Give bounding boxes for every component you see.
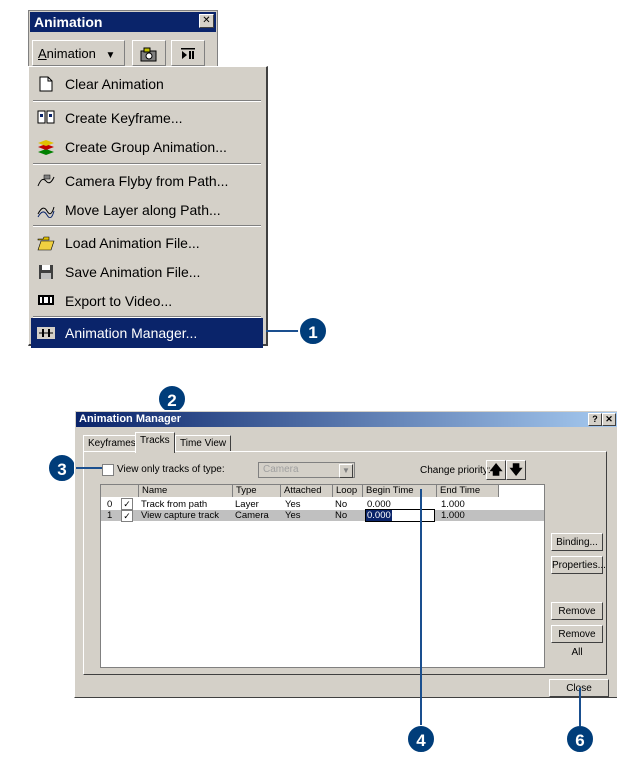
menu-item-move-layer-along-path[interactable]: Move Layer along Path... xyxy=(31,195,263,225)
menu-item-label: Save Animation File... xyxy=(65,264,201,280)
tab-time-view[interactable]: Time View xyxy=(175,435,232,452)
menu-item-save-animation-file[interactable]: Save Animation File... xyxy=(31,257,263,287)
arrow-down-icon: 🡇 xyxy=(509,462,523,477)
animation-dropdown-menu: Clear Animation Create Keyframe... Creat… xyxy=(28,66,268,348)
list-header-attached[interactable]: Attached xyxy=(281,485,333,497)
callout-leader-3 xyxy=(76,467,102,469)
save-icon xyxy=(37,264,55,280)
track-type-combo[interactable]: Camera ▼ xyxy=(258,462,355,478)
row-visible-checkbox[interactable]: ✓ xyxy=(121,498,133,510)
camera-icon xyxy=(140,47,157,62)
tracks-list: Name Type Attached Loop Begin Time End T… xyxy=(100,484,545,668)
row-end-time: 1.000 xyxy=(441,510,465,521)
list-header-loop[interactable]: Loop xyxy=(333,485,363,497)
list-header-end-time[interactable]: End Time xyxy=(437,485,499,497)
dialog-title: Animation Manager xyxy=(76,412,617,427)
menu-separator xyxy=(33,100,261,102)
remove-button[interactable]: Remove xyxy=(551,602,603,620)
animation-manager-dialog: Animation Manager ? ✕ Keyframes Tracks T… xyxy=(74,410,617,698)
list-header-blank xyxy=(101,485,139,497)
change-priority-label: Change priority: xyxy=(420,465,491,476)
row-loop: No xyxy=(335,499,348,510)
binding-button[interactable]: Binding... xyxy=(551,533,603,551)
priority-up-button[interactable]: 🡅 xyxy=(486,460,506,480)
row-type: Layer xyxy=(235,499,259,510)
dialog-help-button[interactable]: ? xyxy=(588,413,602,426)
begin-time-edit-field[interactable]: 0.000 xyxy=(365,509,435,522)
tab-keyframes[interactable]: Keyframes xyxy=(83,435,141,452)
list-header-type[interactable]: Type xyxy=(233,485,281,497)
menu-item-load-animation-file[interactable]: Load Animation File... xyxy=(31,228,263,258)
toolbar-close-button[interactable]: ✕ xyxy=(199,14,214,28)
animation-menu-mnemonic: A xyxy=(38,46,47,61)
row-attached: Yes xyxy=(285,510,301,521)
animation-toolbar: Animation ✕ Animation ▼ xyxy=(28,10,218,68)
menu-item-camera-flyby[interactable]: Camera Flyby from Path... xyxy=(31,166,263,196)
menu-item-label: Clear Animation xyxy=(65,76,164,92)
folder-open-icon xyxy=(37,235,55,251)
animation-menu-label: nimation xyxy=(46,46,96,61)
row-name: View capture track xyxy=(141,510,219,521)
begin-time-edit-value: 0.000 xyxy=(366,510,392,521)
properties-button[interactable]: Properties... xyxy=(551,556,606,574)
film-icon xyxy=(37,293,55,309)
group-animation-icon xyxy=(37,139,55,155)
row-index: 0 xyxy=(107,499,113,510)
chevron-down-icon: ▼ xyxy=(339,464,353,478)
row-attached: Yes xyxy=(285,499,301,510)
clear-icon xyxy=(37,76,55,92)
row-name: Track from path xyxy=(141,499,208,510)
menu-item-export-to-video[interactable]: Export to Video... xyxy=(31,286,263,316)
dialog-close-x-button[interactable]: ✕ xyxy=(602,413,616,426)
play-pause-icon xyxy=(181,47,195,59)
callout-leader-1 xyxy=(266,330,300,332)
row-loop: No xyxy=(335,510,348,521)
menu-item-clear-animation[interactable]: Clear Animation xyxy=(31,69,263,99)
menu-item-animation-manager[interactable]: Animation Manager... xyxy=(31,318,263,348)
camera-flyby-icon xyxy=(37,173,55,189)
menu-separator xyxy=(33,163,261,165)
menu-item-create-keyframe[interactable]: Create Keyframe... xyxy=(31,103,263,133)
row-visible-checkbox[interactable]: ✓ xyxy=(121,510,133,522)
view-only-tracks-checkbox[interactable] xyxy=(102,464,114,476)
arrow-up-icon: 🡅 xyxy=(489,462,503,477)
keyframe-icon xyxy=(37,110,55,126)
priority-down-button[interactable]: 🡇 xyxy=(506,460,526,480)
menu-item-label: Camera Flyby from Path... xyxy=(65,173,229,189)
callout-6: 6 xyxy=(565,724,595,754)
capture-view-button[interactable] xyxy=(132,40,166,66)
menu-item-label: Create Keyframe... xyxy=(65,110,183,126)
callout-4: 4 xyxy=(406,724,436,754)
callout-1: 1 xyxy=(298,316,328,346)
row-end-time: 1.000 xyxy=(441,499,465,510)
callout-leader-6 xyxy=(579,688,581,726)
callout-leader-4 xyxy=(420,489,422,725)
callout-3: 3 xyxy=(47,453,77,483)
tracks-tab-panel: View only tracks of type: Camera ▼ Chang… xyxy=(83,451,607,675)
toolbar-title: Animation xyxy=(30,12,216,32)
menu-item-create-group-animation[interactable]: Create Group Animation... xyxy=(31,132,263,162)
menu-item-label: Load Animation File... xyxy=(65,235,200,251)
view-only-tracks-label: View only tracks of type: xyxy=(117,464,225,475)
move-layer-icon xyxy=(37,202,55,219)
row-index: 1 xyxy=(107,510,113,521)
chevron-down-icon: ▼ xyxy=(105,50,116,61)
tab-tracks[interactable]: Tracks xyxy=(135,432,175,453)
track-type-value: Camera xyxy=(263,464,299,475)
row-type: Camera xyxy=(235,510,269,521)
list-header-name[interactable]: Name xyxy=(139,485,233,497)
animation-controls-button[interactable] xyxy=(171,40,205,66)
animation-menu-button[interactable]: Animation ▼ xyxy=(32,40,125,66)
list-header-begin-time[interactable]: Begin Time xyxy=(363,485,437,497)
remove-all-button[interactable]: Remove All xyxy=(551,625,603,658)
menu-separator xyxy=(33,225,261,227)
menu-item-label: Animation Manager... xyxy=(65,325,198,341)
animation-manager-icon xyxy=(37,325,55,341)
menu-item-label: Export to Video... xyxy=(65,293,173,309)
menu-item-label: Create Group Animation... xyxy=(65,139,227,155)
menu-item-label: Move Layer along Path... xyxy=(65,202,221,218)
